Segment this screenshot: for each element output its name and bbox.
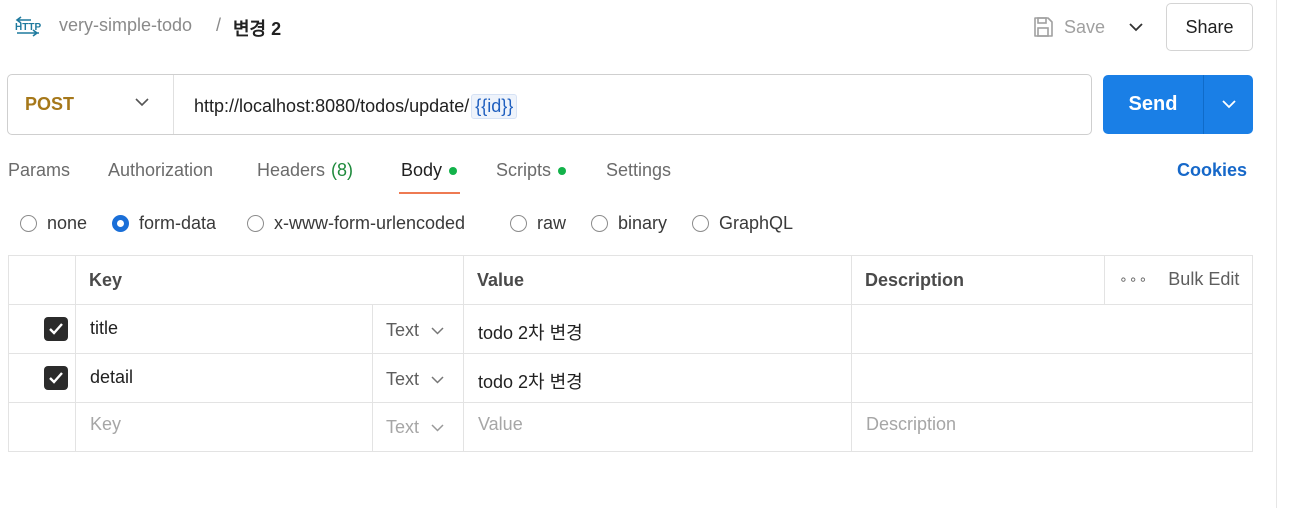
radio-button-selected[interactable]	[112, 215, 129, 232]
tab-label: Authorization	[108, 160, 214, 180]
type-label: Text	[386, 320, 420, 340]
column-divider	[372, 304, 373, 451]
description-input-placeholder[interactable]: Description	[866, 414, 956, 435]
request-url-bar: POST http://localhost:8080/todos/update/…	[7, 74, 1092, 135]
more-icon: ∘∘∘	[1119, 271, 1149, 287]
request-header: HTTP very-simple-todo / 변경 2 Save Share	[0, 0, 1276, 56]
request-title[interactable]: 변경 2	[233, 15, 281, 41]
body-type-selector: none form-data x-www-form-urlencoded raw…	[0, 210, 900, 240]
tab-settings[interactable]: Settings	[606, 160, 671, 181]
svg-text:HTTP: HTTP	[15, 22, 41, 33]
chevron-down-icon	[431, 423, 444, 432]
chevron-down-icon	[431, 375, 444, 384]
column-divider	[1104, 256, 1105, 304]
method-select[interactable]: POST	[8, 75, 174, 134]
url-input[interactable]: http://localhost:8080/todos/update/ {{id…	[194, 94, 518, 119]
value-input-placeholder[interactable]: Value	[478, 414, 523, 435]
radio-urlencoded[interactable]: x-www-form-urlencoded	[247, 213, 465, 234]
radio-label: form-data	[139, 213, 217, 233]
tab-headers[interactable]: Headers (8)	[257, 160, 353, 181]
share-button[interactable]: Share	[1166, 3, 1253, 51]
tab-authorization[interactable]: Authorization	[108, 160, 213, 181]
row-checkbox[interactable]	[44, 366, 68, 390]
column-header-value: Value	[477, 270, 525, 290]
form-data-table: Key Value Description ∘∘∘ Bulk Edit titl…	[8, 255, 1253, 452]
type-select[interactable]: Text	[386, 369, 444, 390]
bulk-edit-button[interactable]: ∘∘∘ Bulk Edit	[1119, 269, 1239, 290]
key-input-placeholder[interactable]: Key	[90, 414, 121, 435]
radio-graphql[interactable]: GraphQL	[692, 213, 793, 234]
chevron-down-icon	[1221, 100, 1236, 109]
bulk-edit-label: Bulk Edit	[1168, 269, 1240, 289]
chevron-down-icon	[1129, 22, 1143, 31]
type-label: Text	[386, 369, 420, 389]
save-icon	[1034, 17, 1053, 37]
save-options-button[interactable]	[1118, 10, 1154, 44]
radio-form-data[interactable]: form-data	[112, 213, 216, 234]
key-cell[interactable]: title	[90, 318, 118, 339]
tab-label: Body	[401, 160, 443, 180]
type-select[interactable]: Text	[386, 417, 444, 438]
status-dot	[449, 166, 458, 175]
value-cell[interactable]: todo 2차 변경	[478, 319, 583, 345]
tab-label: Params	[8, 160, 71, 180]
radio-button[interactable]	[247, 215, 264, 232]
tab-label: Scripts	[496, 160, 552, 180]
url-base: http://localhost:8080/todos/update/	[194, 96, 470, 116]
tab-scripts[interactable]: Scripts	[496, 160, 567, 181]
column-divider	[75, 256, 76, 451]
tab-label: Settings	[606, 160, 672, 180]
column-header-description: Description	[865, 270, 965, 290]
tab-body[interactable]: Body	[401, 160, 458, 181]
radio-label: GraphQL	[719, 213, 794, 233]
method-label: POST	[25, 94, 75, 114]
url-variable[interactable]: {{id}}	[471, 94, 518, 119]
headers-count: (8)	[331, 160, 354, 180]
tab-params[interactable]: Params	[8, 160, 70, 181]
checkmark-icon	[49, 372, 63, 384]
radio-label: raw	[537, 213, 567, 233]
column-divider	[851, 256, 852, 451]
checkmark-icon	[49, 323, 63, 335]
chevron-down-icon	[135, 98, 149, 107]
panel-divider	[1276, 0, 1277, 508]
radio-button[interactable]	[591, 215, 608, 232]
row-divider	[9, 353, 1252, 354]
radio-raw[interactable]: raw	[510, 213, 566, 234]
chevron-down-icon	[431, 326, 444, 335]
row-divider	[9, 304, 1252, 305]
column-divider	[463, 256, 464, 451]
save-button[interactable]: Save	[1028, 10, 1112, 44]
type-label: Text	[386, 417, 420, 437]
radio-label: binary	[618, 213, 668, 233]
radio-binary[interactable]: binary	[591, 213, 667, 234]
row-checkbox[interactable]	[44, 317, 68, 341]
type-select[interactable]: Text	[386, 320, 444, 341]
value-cell[interactable]: todo 2차 변경	[478, 368, 583, 394]
cookies-link[interactable]: Cookies	[1177, 160, 1247, 181]
send-options-button[interactable]	[1204, 75, 1253, 134]
row-divider	[9, 402, 1252, 403]
save-label: Save	[1064, 16, 1106, 37]
active-tab-indicator	[399, 192, 460, 194]
breadcrumb-separator: /	[216, 15, 222, 35]
send-button[interactable]: Send	[1103, 75, 1204, 134]
http-icon: HTTP	[15, 16, 41, 37]
radio-label: x-www-form-urlencoded	[274, 213, 466, 233]
radio-button[interactable]	[692, 215, 709, 232]
radio-label: none	[47, 213, 88, 233]
radio-button[interactable]	[20, 215, 37, 232]
radio-button[interactable]	[510, 215, 527, 232]
breadcrumb-collection[interactable]: very-simple-todo	[59, 15, 192, 36]
tab-label: Headers	[257, 160, 326, 180]
status-dot	[558, 166, 567, 175]
request-tabs: Params Authorization Headers (8) Body Sc…	[0, 155, 1260, 195]
column-header-key: Key	[89, 270, 123, 290]
send-button-group: Send	[1103, 75, 1253, 134]
key-cell[interactable]: detail	[90, 367, 133, 388]
radio-none[interactable]: none	[20, 213, 87, 234]
